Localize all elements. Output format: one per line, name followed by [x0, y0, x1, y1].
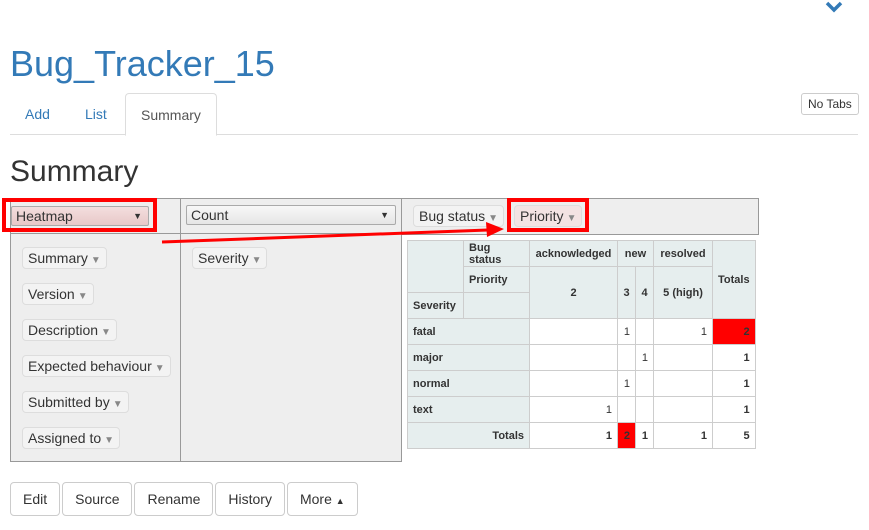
dropdown-arrow-icon: ▼ — [380, 210, 389, 220]
col-header-totals: Totals — [712, 240, 756, 319]
field-pill-version[interactable]: Version ▼ — [22, 283, 94, 305]
page-actions: Edit Source Rename History More ▲ — [10, 482, 360, 516]
cell: 1 — [529, 396, 618, 423]
pill-label: Expected behaviour — [28, 358, 152, 374]
no-tabs-button[interactable]: No Tabs — [801, 93, 859, 115]
row-header: normal — [407, 370, 530, 397]
caret-up-icon: ▲ — [335, 496, 345, 506]
row-header: major — [407, 344, 530, 371]
chevron-down-icon[interactable] — [824, 0, 844, 14]
row-total: 2 — [712, 318, 756, 345]
cell: 1 — [617, 318, 636, 345]
totals-label: Totals — [407, 422, 530, 449]
cell — [529, 318, 618, 345]
filter-triangle-icon[interactable]: ▼ — [252, 255, 262, 266]
table-row: fatal 1 1 2 — [407, 318, 756, 345]
cell — [653, 344, 713, 371]
cell — [635, 396, 654, 423]
pill-label: Severity — [198, 250, 249, 266]
field-pill-summary[interactable]: Summary ▼ — [22, 247, 107, 269]
history-button[interactable]: History — [215, 482, 285, 516]
col-attr-label: Bug status — [463, 240, 530, 267]
section-title: Summary — [10, 155, 139, 188]
aggregator-value: Count — [191, 207, 229, 223]
tab-add[interactable]: Add — [10, 93, 65, 135]
renderer-value: Heatmap — [16, 208, 73, 224]
col-header: 5 (high) — [653, 266, 713, 319]
pivot-table: Bug status acknowledged new resolved Tot… — [407, 240, 756, 449]
edit-button[interactable]: Edit — [10, 482, 61, 516]
field-pill-description[interactable]: Description ▼ — [22, 319, 117, 341]
cell — [529, 370, 618, 397]
table-row: major 1 1 — [407, 344, 756, 371]
tab-list[interactable]: List — [70, 93, 122, 135]
filter-triangle-icon[interactable]: ▼ — [488, 213, 498, 224]
col-attr-label: Priority — [463, 266, 530, 293]
pill-label: Submitted by — [28, 394, 110, 410]
empty-header — [463, 292, 530, 319]
field-pill-expected-behaviour[interactable]: Expected behaviour ▼ — [22, 355, 171, 377]
totals-row: Totals 1 2 1 1 5 — [407, 422, 756, 449]
rename-button[interactable]: Rename — [134, 482, 214, 516]
col-header: 3 — [617, 266, 636, 319]
filter-triangle-icon[interactable]: ▼ — [101, 327, 111, 338]
col-total: 2 — [617, 422, 636, 449]
col-header: acknowledged — [529, 240, 618, 267]
tab-bar: Add List Summary — [10, 93, 858, 136]
cell — [529, 344, 618, 371]
filter-triangle-icon[interactable]: ▼ — [104, 435, 114, 446]
cell — [617, 344, 636, 371]
tab-summary[interactable]: Summary — [125, 93, 217, 136]
field-pill-submitted-by[interactable]: Submitted by ▼ — [22, 391, 129, 413]
pill-label: Priority — [520, 208, 564, 224]
col-total: 1 — [635, 422, 654, 449]
col-header: 4 — [635, 266, 654, 319]
table-row: normal 1 1 — [407, 370, 756, 397]
row-total: 1 — [712, 370, 756, 397]
pill-label: Bug status — [419, 208, 486, 224]
row-total: 1 — [712, 344, 756, 371]
table-row: text 1 1 — [407, 396, 756, 423]
filter-triangle-icon[interactable]: ▼ — [113, 399, 123, 410]
field-pill-severity[interactable]: Severity ▼ — [192, 247, 268, 269]
filter-triangle-icon[interactable]: ▼ — [155, 363, 165, 374]
pill-label: Assigned to — [28, 430, 102, 446]
row-header: text — [407, 396, 530, 423]
cell — [617, 396, 636, 423]
dropdown-arrow-icon: ▼ — [133, 211, 142, 221]
field-pill-bug-status[interactable]: Bug status ▼ — [413, 205, 505, 227]
row-total: 1 — [712, 396, 756, 423]
field-pill-assigned-to[interactable]: Assigned to ▼ — [22, 427, 121, 449]
col-total: 1 — [529, 422, 618, 449]
row-attr-label: Severity — [407, 292, 464, 319]
cell — [635, 318, 654, 345]
cell: 1 — [635, 344, 654, 371]
cell: 1 — [617, 370, 636, 397]
cell — [653, 370, 713, 397]
pill-label: Version — [28, 286, 75, 302]
cell — [653, 396, 713, 423]
cell — [635, 370, 654, 397]
more-button[interactable]: More ▲ — [286, 482, 358, 516]
col-total: 1 — [653, 422, 713, 449]
row-header: fatal — [407, 318, 530, 345]
field-pill-priority[interactable]: Priority ▼ — [514, 205, 583, 227]
more-label: More — [299, 491, 332, 507]
pill-label: Description — [28, 322, 99, 338]
grand-total: 5 — [712, 422, 756, 449]
corner-cell — [407, 240, 464, 293]
filter-triangle-icon[interactable]: ▼ — [567, 213, 577, 224]
col-header: resolved — [653, 240, 713, 267]
filter-triangle-icon[interactable]: ▼ — [91, 255, 101, 266]
pill-label: Summary — [28, 250, 88, 266]
cell: 1 — [653, 318, 713, 345]
filter-triangle-icon[interactable]: ▼ — [78, 291, 88, 302]
aggregator-select[interactable]: Count ▼ — [186, 205, 396, 225]
page-title: Bug_Tracker_15 — [10, 43, 275, 84]
col-header: new — [617, 240, 654, 267]
renderer-select[interactable]: Heatmap ▼ — [11, 206, 149, 226]
source-button[interactable]: Source — [62, 482, 133, 516]
col-header: 2 — [529, 266, 618, 319]
